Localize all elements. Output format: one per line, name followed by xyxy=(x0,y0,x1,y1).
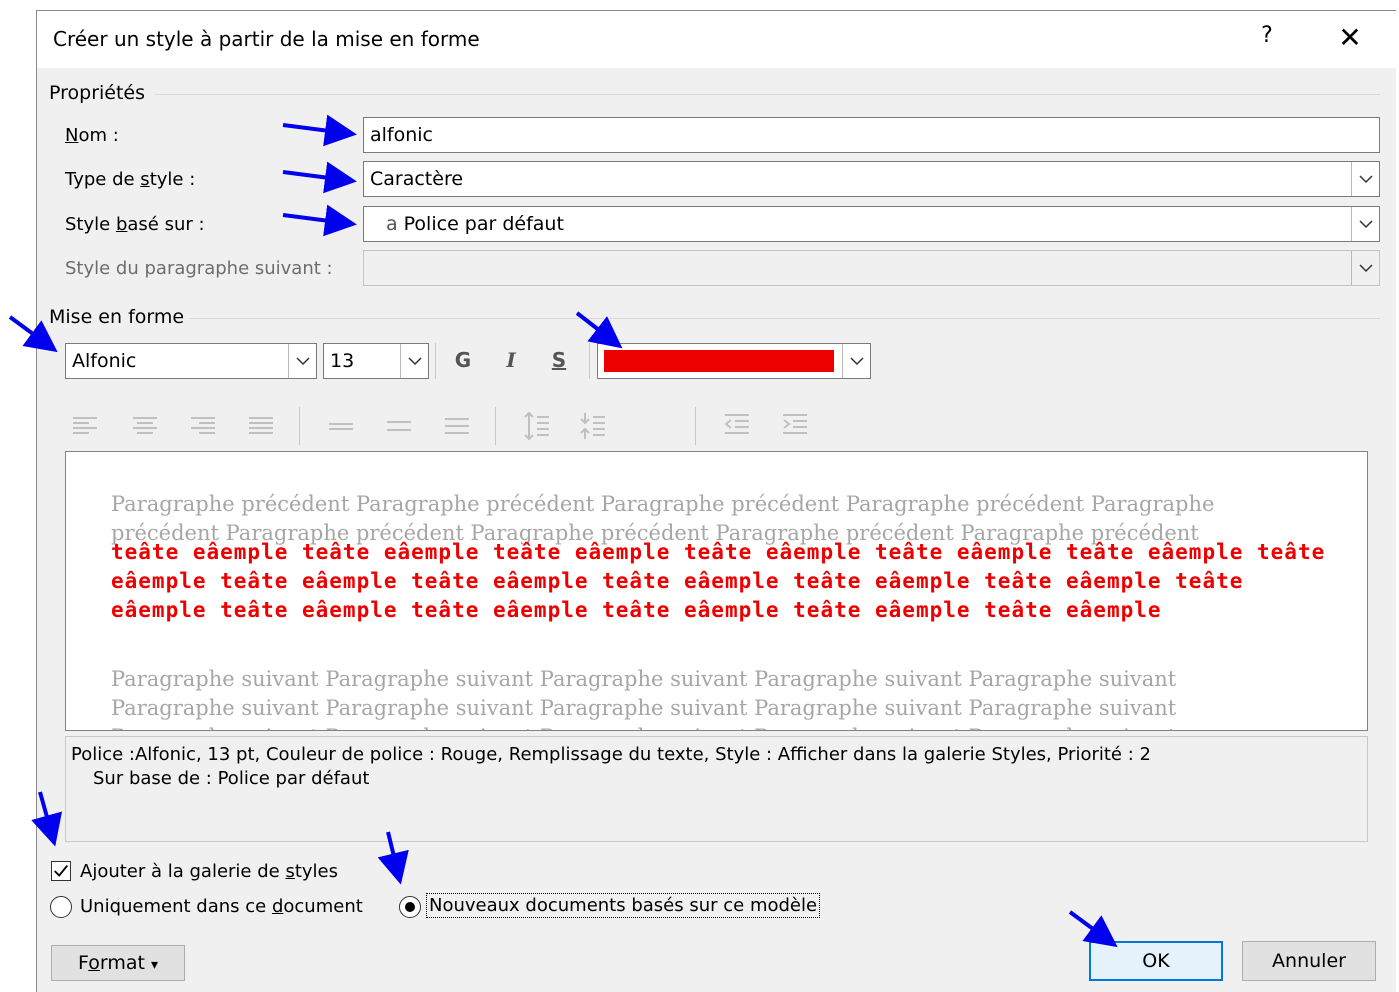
justify-icon[interactable] xyxy=(247,414,275,438)
add-to-gallery-checkbox[interactable] xyxy=(51,861,71,881)
title-bar: Créer un style à partir de la mise en fo… xyxy=(37,11,1396,68)
dialog-title: Créer un style à partir de la mise en fo… xyxy=(53,27,480,51)
decrease-spacing-before-icon[interactable] xyxy=(579,411,607,441)
preview-sample-text: teâte eâemple teâte eâemple teâte eâempl… xyxy=(111,540,1326,622)
toolbar-separator xyxy=(695,407,696,445)
help-button[interactable]: ? xyxy=(1252,23,1282,53)
increase-spacing-before-icon[interactable] xyxy=(523,411,551,441)
toolbar-separator xyxy=(299,407,300,445)
chevron-down-icon[interactable] xyxy=(400,344,428,378)
description-line-1: Police :Alfonic, 13 pt, Couleur de polic… xyxy=(71,744,1151,765)
toolbar-separator xyxy=(589,343,590,379)
decrease-indent-icon[interactable] xyxy=(723,412,751,438)
align-right-icon[interactable] xyxy=(189,414,217,438)
only-this-document-radio[interactable] xyxy=(50,896,72,918)
new-documents-radio[interactable] xyxy=(399,896,421,918)
double-spacing-icon[interactable] xyxy=(443,414,471,438)
properties-section-label: Propriétés xyxy=(49,82,146,104)
create-style-dialog: Créer un style à partir de la mise en fo… xyxy=(36,10,1396,992)
checkmark-icon xyxy=(54,865,68,877)
based-on-label: Style basé sur : xyxy=(65,214,205,235)
add-to-gallery-label: Ajouter à la galerie de styles xyxy=(80,861,339,882)
chevron-down-icon[interactable] xyxy=(842,344,870,378)
font-name-select[interactable]: Alfonic xyxy=(65,343,317,379)
font-color-select[interactable] xyxy=(597,343,871,379)
font-color-swatch xyxy=(604,350,834,372)
increase-indent-icon[interactable] xyxy=(781,412,809,438)
name-input[interactable]: alfonic xyxy=(363,117,1380,153)
dropdown-arrow-icon: ▾ xyxy=(151,957,159,973)
style-preview: Paragraphe précédent Paragraphe précéden… xyxy=(65,451,1368,731)
format-button[interactable]: Format ▾ xyxy=(51,945,185,981)
new-documents-label: Nouveaux documents basés sur ce modèle xyxy=(426,893,821,918)
one-half-spacing-icon[interactable] xyxy=(385,414,413,438)
font-size-select[interactable]: 13 xyxy=(323,343,429,379)
next-paragraph-style-select xyxy=(363,250,1380,286)
align-center-icon[interactable] xyxy=(131,414,159,438)
single-spacing-icon[interactable] xyxy=(327,414,355,438)
toolbar-separator xyxy=(495,407,496,445)
ok-button[interactable]: OK xyxy=(1089,941,1223,981)
style-type-label: Type de style : xyxy=(65,169,196,190)
formatting-divider xyxy=(189,318,1380,319)
formatting-section-label: Mise en forme xyxy=(49,306,185,328)
chevron-down-icon[interactable] xyxy=(288,344,316,378)
only-this-document-label: Uniquement dans ce document xyxy=(80,896,363,917)
align-left-icon[interactable] xyxy=(71,414,99,438)
chevron-down-icon[interactable] xyxy=(1351,162,1379,196)
next-paragraph-style-label: Style du paragraphe suivant : xyxy=(65,258,333,279)
preview-next-paragraph: Paragraphe suivant Paragraphe suivant Pa… xyxy=(111,667,1177,730)
name-label: Nom : xyxy=(65,125,119,146)
chevron-down-icon xyxy=(1351,251,1379,285)
bold-button[interactable]: G xyxy=(447,348,479,372)
description-line-2: Sur base de : Police par défaut xyxy=(93,768,370,789)
close-button[interactable]: ✕ xyxy=(1332,21,1368,55)
close-icon: ✕ xyxy=(1338,21,1362,54)
radio-selected-dot xyxy=(405,902,415,912)
style-description: Police :Alfonic, 13 pt, Couleur de polic… xyxy=(65,736,1368,842)
based-on-select[interactable]: a Police par défaut xyxy=(363,206,1380,242)
character-style-icon: a xyxy=(386,213,398,235)
properties-divider xyxy=(155,94,1380,95)
cancel-button[interactable]: Annuler xyxy=(1242,941,1376,981)
chevron-down-icon[interactable] xyxy=(1351,207,1379,241)
italic-button[interactable]: I xyxy=(495,348,527,372)
toolbar-separator xyxy=(435,343,436,379)
underline-button[interactable]: S xyxy=(543,348,575,372)
style-type-select[interactable]: Caractère xyxy=(363,161,1380,197)
